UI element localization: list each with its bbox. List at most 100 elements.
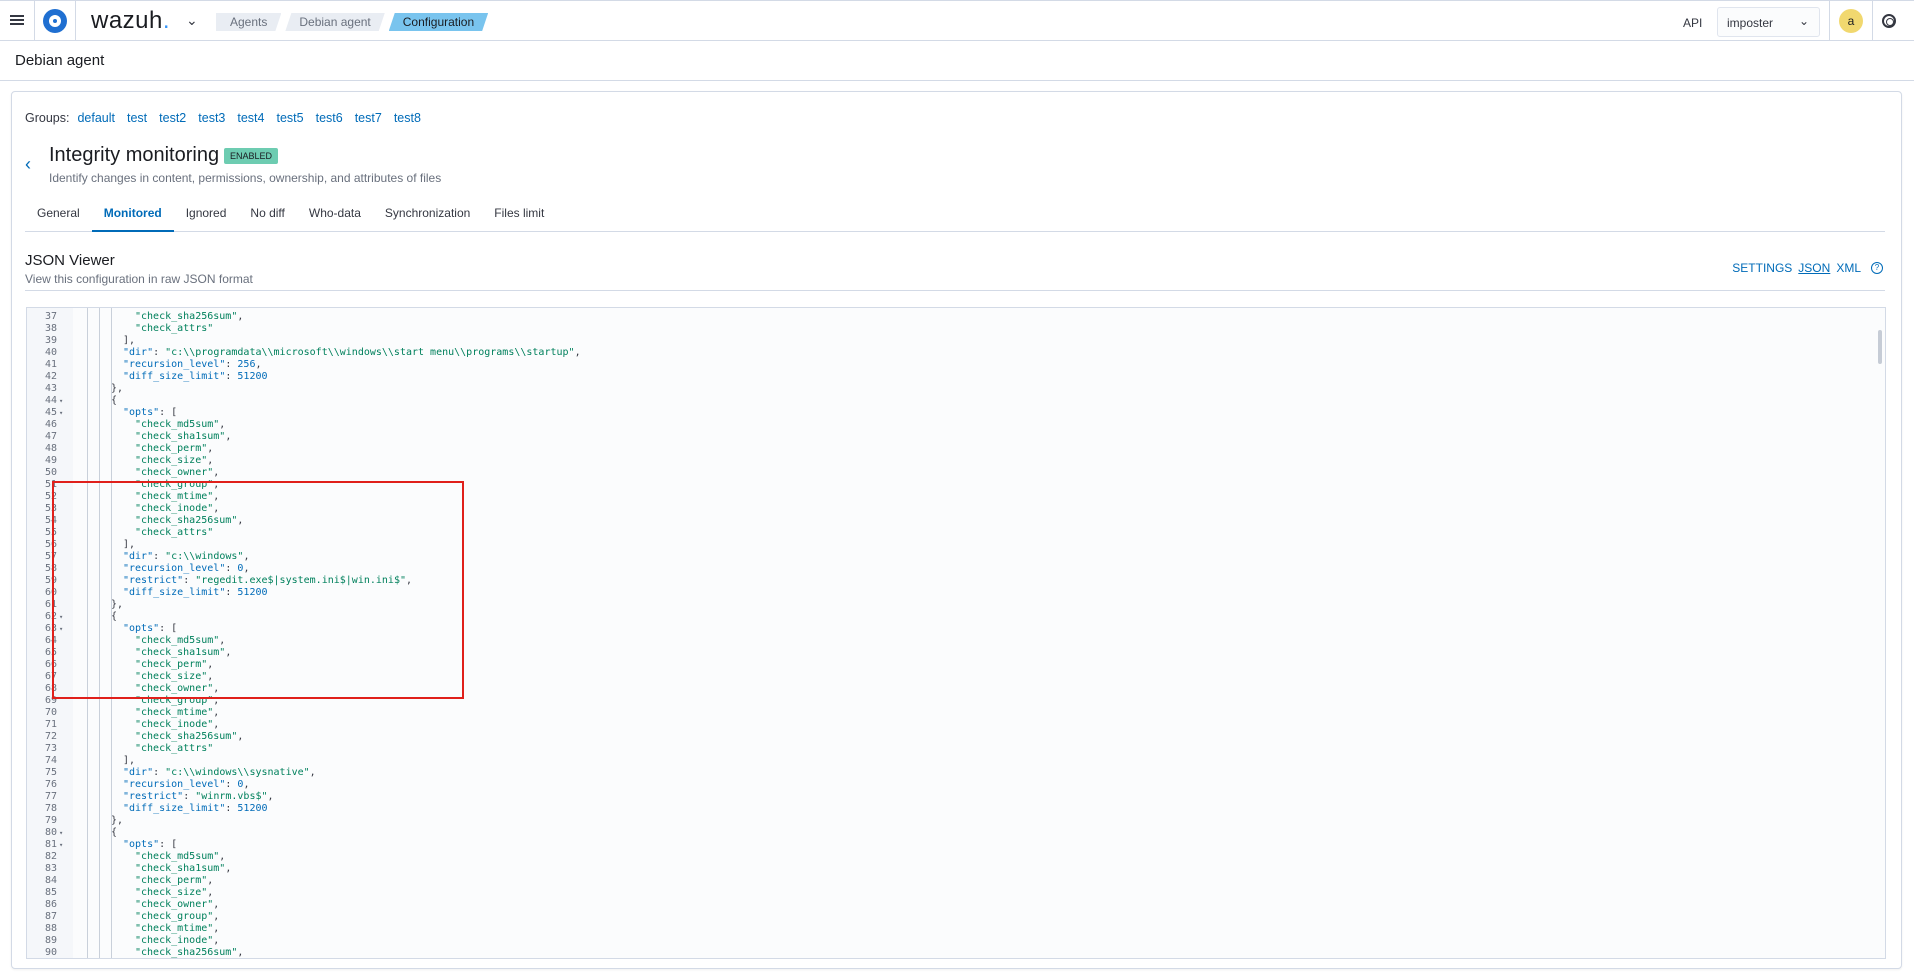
json-viewer-actions: SETTINGS JSON XML? [1726, 261, 1883, 275]
header-divider [75, 1, 76, 41]
group-link[interactable]: test7 [355, 111, 382, 125]
code-text: "check_mtime", [135, 707, 220, 718]
help-menu-icon[interactable] [1882, 14, 1896, 28]
header-divider [34, 1, 35, 41]
line-number: 77 [44, 791, 57, 802]
menu-icon[interactable] [8, 11, 26, 29]
breadcrumb-item[interactable]: Debian agent [285, 13, 384, 31]
avatar[interactable]: a [1839, 9, 1863, 33]
line-number: 42 [44, 371, 57, 382]
breadcrumb: Agents Debian agent Configuration [216, 13, 492, 31]
tab-who-data[interactable]: Who-data [297, 198, 373, 232]
back-arrow-icon[interactable]: ‹ [25, 154, 31, 175]
code-line: 42 "diff_size_limit": 51200 [27, 371, 1885, 383]
code-text: { [111, 395, 118, 406]
line-number: 88 [44, 923, 57, 934]
code-text: "diff_size_limit": 51200 [123, 371, 268, 382]
view-json-button[interactable]: JSON [1798, 261, 1830, 275]
group-link[interactable]: test6 [316, 111, 343, 125]
code-line: 86 "check_owner", [27, 899, 1885, 911]
line-number: 73 [44, 743, 57, 754]
code-text: "recursion_level": 0, [123, 779, 250, 790]
json-viewer-title: JSON Viewer [25, 252, 115, 269]
code-line: 44 ▾ { [27, 395, 1885, 407]
line-number: 44 [44, 395, 57, 406]
code-text: }, [111, 383, 124, 394]
breadcrumb-item[interactable]: Configuration [389, 13, 488, 31]
code-line: 89 "check_inode", [27, 935, 1885, 947]
editor-scrollbar[interactable] [1878, 330, 1882, 364]
code-text: "check_sha1sum", [135, 863, 232, 874]
fold-toggle-icon[interactable]: ▾ [59, 827, 63, 839]
line-number: 41 [44, 359, 57, 370]
line-number: 50 [44, 467, 57, 478]
status-badge: ENABLED [224, 148, 279, 164]
line-number: 87 [44, 911, 57, 922]
brand-logo[interactable]: wazuh. [91, 7, 170, 35]
group-link[interactable]: default [77, 111, 115, 125]
tab-no-diff[interactable]: No diff [238, 198, 296, 232]
breadcrumb-item[interactable]: Agents [216, 13, 281, 31]
line-number: 80 [44, 827, 57, 838]
tab-files-limit[interactable]: Files limit [482, 198, 556, 232]
fold-toggle-icon[interactable]: ▾ [59, 839, 63, 851]
line-number: 81 [44, 839, 57, 850]
code-line: 45 ▾ "opts": [ [27, 407, 1885, 419]
top-header: wazuh. ⌄ Agents Debian agent Configuration… [0, 0, 1914, 41]
code-text: "restrict": "winrm.vbs$", [123, 791, 274, 802]
group-link[interactable]: test3 [198, 111, 225, 125]
line-number: 76 [44, 779, 57, 790]
group-link[interactable]: test [127, 111, 147, 125]
line-number: 39 [44, 335, 57, 346]
code-line: 88 "check_mtime", [27, 923, 1885, 935]
code-text: "check_sha256sum", [135, 947, 244, 958]
wazuh-logo-icon[interactable] [43, 9, 67, 33]
line-number: 40 [44, 347, 57, 358]
code-line: 39], [27, 335, 1885, 347]
code-line: 49 "check_size", [27, 455, 1885, 467]
line-number: 84 [44, 875, 57, 886]
module-description: Identify changes in content, permissions… [49, 171, 442, 185]
code-text: "check_md5sum", [135, 851, 226, 862]
module-tabs: General Monitored Ignored No diff Who-data Sy… [25, 198, 1885, 232]
code-line: 72 "check_sha256sum", [27, 731, 1885, 743]
code-line: 38 "check_attrs" [27, 323, 1885, 335]
fold-toggle-icon[interactable]: ▾ [59, 407, 63, 419]
tab-monitored[interactable]: Monitored [91, 198, 174, 232]
code-line: 81 ▾ "opts": [ [27, 839, 1885, 851]
code-text: "check_perm", [135, 443, 214, 454]
code-line: 85 "check_size", [27, 887, 1885, 899]
code-line: 80 ▾ { [27, 827, 1885, 839]
group-link[interactable]: test2 [159, 111, 186, 125]
line-number: 38 [44, 323, 57, 334]
tab-synchronization[interactable]: Synchronization [373, 198, 482, 232]
tab-general[interactable]: General [25, 198, 92, 232]
code-text: "check_group", [135, 911, 220, 922]
group-link[interactable]: test8 [394, 111, 421, 125]
code-text: }, [111, 815, 124, 826]
group-link[interactable]: test4 [237, 111, 264, 125]
code-text: "check_inode", [135, 935, 220, 946]
group-link[interactable]: test5 [276, 111, 303, 125]
code-line: 48 "check_perm", [27, 443, 1885, 455]
code-line: 73 "check_attrs" [27, 743, 1885, 755]
tab-ignored[interactable]: Ignored [174, 198, 239, 232]
page-title-bar: Debian agent [0, 41, 1914, 81]
code-text: "check_perm", [135, 875, 214, 886]
code-text: "check_attrs" [135, 743, 214, 754]
code-text: "dir": "c:\\windows\\sysnative", [123, 767, 316, 778]
code-text: "check_md5sum", [135, 419, 226, 430]
fold-toggle-icon[interactable]: ▾ [59, 395, 63, 407]
code-text: ], [123, 335, 136, 346]
view-xml-button[interactable]: XML [1836, 261, 1861, 275]
view-settings-button[interactable]: SETTINGS [1732, 261, 1792, 275]
code-text: ], [123, 755, 136, 766]
code-line: 83 "check_sha1sum", [27, 863, 1885, 875]
chevron-down-icon[interactable]: ⌄ [186, 12, 198, 29]
help-icon[interactable]: ? [1871, 262, 1883, 274]
code-text: "check_owner", [135, 467, 220, 478]
line-number: 70 [44, 707, 57, 718]
groups-list: Groups: default test test2 test3 test4 test5 t… [25, 111, 433, 125]
api-select[interactable]: imposter ⌄ [1717, 7, 1820, 37]
api-select-value: imposter [1727, 16, 1774, 30]
